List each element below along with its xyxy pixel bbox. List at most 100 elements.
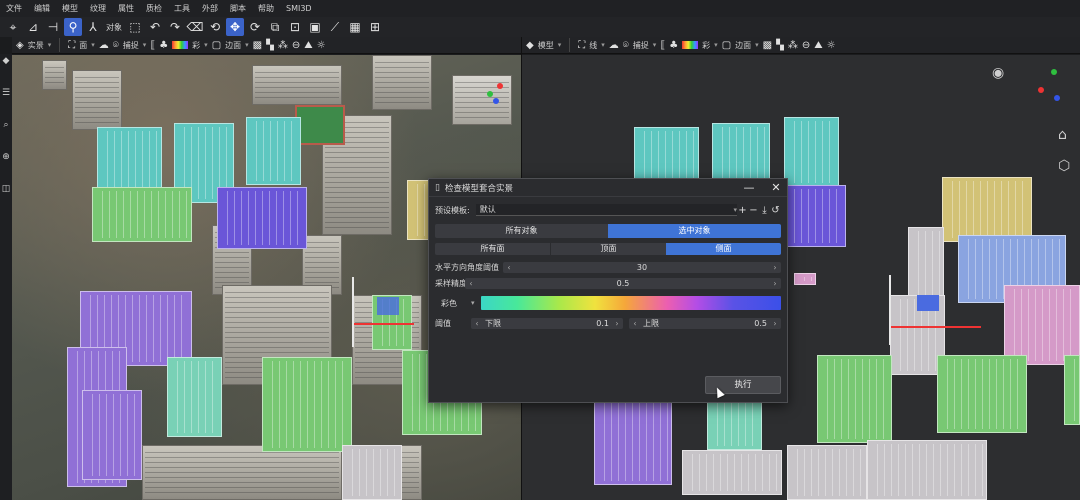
building-green[interactable]: [817, 355, 892, 443]
refresh-icon[interactable]: ⟳: [246, 18, 264, 36]
right-color-select[interactable]: 彩: [702, 40, 710, 51]
increment-icon[interactable]: ›: [769, 263, 781, 272]
chevron-down-icon[interactable]: ▾: [91, 41, 95, 49]
menu-attribute[interactable]: 属性: [118, 3, 134, 14]
pattern-icon[interactable]: ⁂: [278, 40, 288, 51]
redo-icon[interactable]: ↷: [166, 18, 184, 36]
tab-side-face[interactable]: 侧面: [666, 243, 781, 255]
object-label[interactable]: 对象: [106, 22, 122, 33]
color-gradient-bar[interactable]: [480, 296, 781, 310]
building-grey[interactable]: [682, 450, 782, 495]
right-edge-select[interactable]: 边面: [735, 40, 751, 51]
ruler-icon[interactable]: ⟋: [326, 18, 344, 36]
minimize-icon[interactable]: —: [738, 181, 760, 194]
chevron-down-icon[interactable]: ▾: [755, 41, 759, 49]
map-icon[interactable]: ⛰: [304, 40, 312, 51]
orientation-gizmo[interactable]: [1038, 65, 1070, 105]
left-edge-select[interactable]: 边面: [225, 40, 241, 51]
increment-icon[interactable]: ›: [769, 319, 781, 328]
frame-icon[interactable]: ⟦: [150, 40, 155, 51]
grid-icon[interactable]: ⊞: [366, 18, 384, 36]
close-icon[interactable]: ✕: [765, 181, 787, 194]
building-cyan[interactable]: [784, 117, 839, 187]
texture-icon[interactable]: ▩: [253, 40, 262, 51]
building-green[interactable]: [92, 187, 192, 242]
camera-icon[interactable]: ⛶: [68, 40, 75, 51]
lasso-icon[interactable]: ⌖: [4, 18, 22, 36]
frame-icon[interactable]: ⟦: [660, 40, 665, 51]
zoom-icon[interactable]: ⊕: [2, 152, 10, 162]
add-preset-icon[interactable]: +: [737, 205, 748, 216]
building-grey[interactable]: [908, 227, 944, 299]
layers-icon[interactable]: ◆: [3, 56, 10, 66]
move-icon[interactable]: ✥: [226, 18, 244, 36]
eraser-icon[interactable]: ⌫: [186, 18, 204, 36]
left-color-select[interactable]: 彩: [192, 40, 200, 51]
pin-icon[interactable]: ⌾: [623, 40, 629, 51]
dialog-titlebar[interactable]: ▯ 检查模型套合实景 — ✕: [429, 179, 787, 197]
chevron-down-icon[interactable]: ▾: [245, 41, 249, 49]
left-gizmo[interactable]: [487, 73, 521, 113]
square-icon[interactable]: ▢: [722, 40, 731, 51]
decrement-icon[interactable]: ‹: [503, 263, 515, 272]
menu-quality[interactable]: 质检: [146, 3, 162, 14]
copy-icon[interactable]: ⧉: [266, 18, 284, 36]
building-pink[interactable]: [1004, 285, 1080, 365]
increment-icon[interactable]: ›: [611, 319, 623, 328]
menu-texture[interactable]: 纹理: [90, 3, 106, 14]
building-grey[interactable]: [342, 445, 402, 500]
chevron-down-icon[interactable]: ▾: [558, 41, 562, 49]
compass-icon[interactable]: ◉: [992, 65, 1004, 81]
building-yellow[interactable]: [942, 177, 1032, 242]
search-icon[interactable]: ⌕: [3, 120, 8, 130]
tab-selected-objects[interactable]: 选中对象: [608, 224, 781, 238]
upper-spinbox[interactable]: ‹ 上限 0.5 ›: [629, 318, 781, 329]
decrement-icon[interactable]: ‹: [471, 319, 483, 328]
checker-icon[interactable]: ▚: [776, 40, 784, 51]
menu-external[interactable]: 外部: [202, 3, 218, 14]
gizmo-y-axis[interactable]: [889, 275, 891, 345]
building-green[interactable]: [937, 355, 1027, 433]
sample-spinbox[interactable]: ‹ 0.5 ›: [465, 278, 781, 289]
polygon-icon[interactable]: ⊿: [24, 18, 42, 36]
camera-icon[interactable]: ◫: [2, 184, 11, 194]
chevron-down-icon[interactable]: ▾: [48, 41, 52, 49]
building-green[interactable]: [262, 357, 352, 452]
menu-tools[interactable]: 工具: [174, 3, 190, 14]
chevron-down-icon[interactable]: ▾: [714, 41, 718, 49]
pattern-icon[interactable]: ⁂: [788, 40, 798, 51]
menu-file[interactable]: 文件: [6, 3, 22, 14]
angle-spinbox[interactable]: ‹ 30 ›: [503, 262, 781, 273]
gizmo-x-axis[interactable]: [354, 323, 414, 325]
lower-spinbox[interactable]: ‹ 下限 0.1 ›: [471, 318, 623, 329]
axis-icon[interactable]: ⅄: [84, 18, 102, 36]
chart-icon[interactable]: ▦: [346, 18, 364, 36]
building-grey[interactable]: [867, 440, 987, 500]
cloud-icon[interactable]: ☁: [99, 40, 109, 51]
checker-icon[interactable]: ▚: [266, 40, 274, 51]
layers-icon[interactable]: ◈: [16, 40, 24, 51]
sun-icon[interactable]: ☼: [827, 40, 836, 51]
preset-select[interactable]: 默认 ▾: [475, 204, 737, 216]
save-preset-icon[interactable]: ⤓: [759, 205, 770, 216]
remove-preset-icon[interactable]: −: [748, 205, 759, 216]
building-violet[interactable]: [217, 187, 307, 249]
building-teal[interactable]: [707, 395, 762, 450]
left-shade-select[interactable]: 面: [79, 40, 87, 51]
measure-icon[interactable]: ⊣: [44, 18, 62, 36]
chevron-down-icon[interactable]: ▾: [601, 41, 605, 49]
menu-help[interactable]: 帮助: [258, 3, 274, 14]
left-mode-select[interactable]: 实景: [28, 40, 44, 51]
cube-icon[interactable]: ◆: [526, 40, 534, 51]
chevron-down-icon[interactable]: ▾: [204, 41, 208, 49]
building-cyan[interactable]: [246, 117, 301, 185]
tab-all-objects[interactable]: 所有对象: [435, 224, 608, 238]
building-teal[interactable]: [167, 357, 222, 437]
gizmo-y-axis[interactable]: [352, 277, 354, 347]
tree-icon[interactable]: ♣: [669, 40, 678, 51]
lock-icon[interactable]: ⊖: [292, 40, 300, 51]
lock-icon[interactable]: ⊖: [802, 40, 810, 51]
model-icon[interactable]: ⚲: [64, 18, 82, 36]
library-icon[interactable]: ⌂: [1058, 127, 1067, 143]
select-icon[interactable]: ⬚: [126, 18, 144, 36]
